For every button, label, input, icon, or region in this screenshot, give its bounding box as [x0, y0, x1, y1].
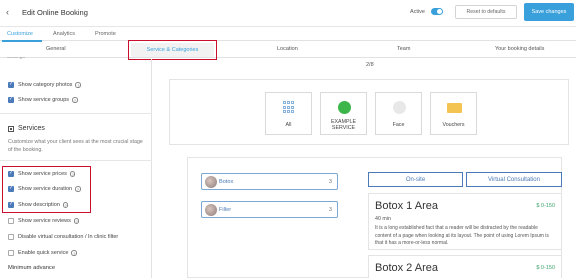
page-title: Edit Online Booking: [22, 8, 88, 17]
area-duration: 40 min: [375, 216, 391, 222]
minimum-advance-label: Minimum advance: [8, 265, 56, 271]
area-title: Botox 2 Area: [375, 262, 438, 274]
show-service-groups-row[interactable]: Show service groups ?: [8, 96, 78, 104]
service-options-highlight-box: [2, 166, 91, 213]
checkbox-label: Show category photos: [18, 82, 73, 88]
category-label: All: [285, 122, 292, 128]
checkbox-label: Show service groups: [18, 97, 70, 103]
on-site-button[interactable]: On-site: [368, 172, 463, 187]
services-icon: [8, 126, 14, 132]
subtab-location[interactable]: Location: [277, 46, 298, 52]
service-count: 3: [328, 207, 332, 213]
area-title: Botox 1 Area: [375, 200, 438, 212]
category-label: Face: [392, 122, 405, 128]
category-card-vouchers[interactable]: Vouchers: [430, 92, 477, 135]
enable-quick-service-row[interactable]: Enable quick service ?: [8, 249, 77, 257]
checkbox-label: Show service reviews: [18, 218, 71, 224]
example-service-icon: [338, 101, 351, 114]
area-card-botox-2[interactable]: Botox 2 Area $ 0-150: [368, 255, 562, 278]
category-panel: [169, 79, 569, 145]
top-bar: ‹ Edit Online Booking Active Reset to de…: [0, 0, 576, 27]
voucher-icon: [447, 103, 462, 113]
virtual-consultation-button[interactable]: Virtual Consultation: [466, 172, 562, 187]
area-card-botox-1[interactable]: Botox 1 Area $ 0-150 40 min It is a long…: [368, 193, 562, 250]
service-item-filler[interactable]: Filler 3: [201, 201, 338, 218]
divider: [0, 160, 152, 161]
subtab-your-booking-details[interactable]: Your booking details: [495, 46, 544, 52]
category-label: Vouchers: [442, 122, 465, 128]
disable-virtual-consultation-checkbox[interactable]: [8, 234, 14, 240]
subtab-highlight-box: [128, 40, 217, 60]
divider: [0, 113, 152, 114]
service-name: Filler: [219, 207, 232, 213]
help-icon[interactable]: ?: [73, 218, 80, 224]
save-changes-button[interactable]: Save changes: [524, 3, 574, 21]
show-service-groups-checkbox[interactable]: [8, 96, 14, 103]
show-category-photos-checkbox[interactable]: [8, 81, 14, 88]
checkbox-label: Disable virtual consultation / In clinic…: [18, 234, 119, 240]
show-service-reviews-row[interactable]: Show service reviews ?: [8, 217, 80, 225]
service-count: 3: [328, 179, 332, 185]
tab-customize[interactable]: Customize: [7, 31, 33, 37]
enable-quick-service-checkbox[interactable]: [8, 250, 14, 256]
section-heading-cut: Settings: [7, 57, 26, 60]
help-icon[interactable]: ?: [75, 82, 81, 88]
help-icon[interactable]: ?: [71, 250, 77, 256]
service-name: Botox: [219, 179, 234, 185]
main-tabs: Customize Analytics Promote: [0, 28, 576, 42]
show-category-photos-row[interactable]: Show category photos ?: [8, 81, 81, 89]
tab-analytics[interactable]: Analytics: [53, 31, 75, 37]
category-card-face[interactable]: Face: [375, 92, 422, 135]
subtab-team[interactable]: Team: [397, 46, 410, 52]
active-label: Active: [410, 9, 425, 15]
active-toggle[interactable]: [431, 8, 443, 15]
subtab-general[interactable]: General: [46, 46, 66, 52]
show-service-reviews-checkbox[interactable]: [8, 218, 14, 224]
category-card-example-service[interactable]: EXAMPLE SERVICE: [320, 92, 367, 135]
services-section-title: Services: [18, 125, 45, 132]
checkbox-label: Enable quick service: [18, 250, 69, 256]
sub-tabs: General Location Team Your booking detai…: [0, 42, 576, 58]
disable-virtual-consultation-row[interactable]: Disable virtual consultation / In clinic…: [8, 233, 118, 241]
tab-promote[interactable]: Promote: [95, 31, 116, 37]
service-item-botox[interactable]: Botox 3: [201, 173, 338, 190]
category-card-all[interactable]: All: [265, 92, 312, 135]
service-thumbnail: [205, 176, 217, 188]
face-icon: [393, 101, 406, 114]
step-indicator: 2/8: [366, 62, 374, 68]
services-description: Customize what your client sees at the m…: [8, 139, 143, 153]
area-price: $ 0-150: [536, 203, 555, 209]
help-icon[interactable]: ?: [72, 97, 78, 103]
reset-to-defaults-button[interactable]: Reset to defaults: [455, 5, 517, 19]
category-label: EXAMPLE SERVICE: [330, 119, 357, 131]
chevron-left-icon[interactable]: ‹: [6, 7, 9, 17]
area-description: It is a long established fact that a rea…: [375, 225, 549, 246]
area-price: $ 0-150: [536, 265, 555, 271]
grid-icon: [283, 101, 296, 114]
service-thumbnail: [205, 204, 217, 216]
